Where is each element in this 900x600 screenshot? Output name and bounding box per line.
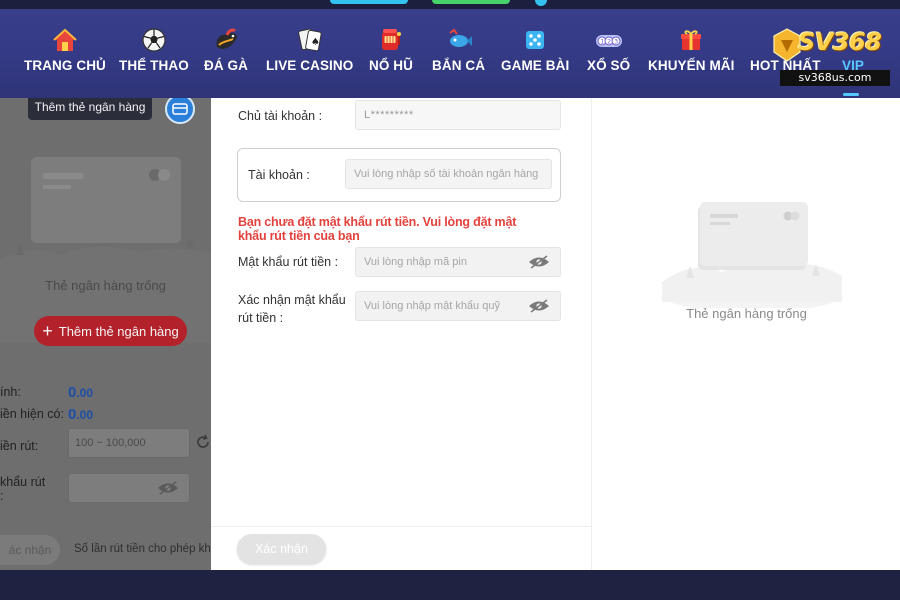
background-available-amount: 0.00 xyxy=(68,406,94,423)
svg-text:♠: ♠ xyxy=(311,37,320,48)
withdraw-password-label: Mật khẩu rút tiền : xyxy=(238,255,339,269)
nav-label: KHUYẾN MÃI xyxy=(648,58,735,73)
top-navigation: TRANG CHỦ THỂ THAO ĐÁ GÀ ♠ LIVE CASINO N… xyxy=(0,0,900,98)
background-password-label: khẩu rút xyxy=(0,475,46,489)
eye-hidden-icon[interactable] xyxy=(528,255,550,269)
nav-label: GAME BÀI xyxy=(501,58,570,73)
nav-item-live-casino[interactable]: ♠ LIVE CASINO xyxy=(266,26,353,86)
top-pill-green xyxy=(432,0,510,4)
confirm-button[interactable]: Xác nhận xyxy=(237,534,326,564)
nav-item-game-bai[interactable]: GAME BÀI xyxy=(501,26,569,86)
owner-field: L********* xyxy=(355,100,561,130)
nav-item-khuyen-mai[interactable]: KHUYẾN MÃI xyxy=(648,26,735,86)
nav-item-no-hu[interactable]: NỔ HŨ xyxy=(369,26,413,86)
background-available-label: iền hiện có: xyxy=(0,407,64,421)
nav-item-da-ga[interactable]: ĐÁ GÀ xyxy=(204,26,248,86)
background-submit-button[interactable]: ác nhận xyxy=(0,535,60,565)
bank-card-list-panel: Thẻ ngân hàng trống xyxy=(591,98,900,570)
gift-icon xyxy=(676,26,706,54)
nav-label: NỔ HŨ xyxy=(369,58,413,73)
background-balance-label: ính: xyxy=(0,385,21,399)
background-password-input[interactable] xyxy=(68,473,190,503)
background-withdraw-note: Số lần rút tiền cho phép khả xyxy=(74,543,211,555)
logo-text: SV368 xyxy=(798,28,882,56)
dice-icon xyxy=(520,26,550,54)
soccer-ball-icon xyxy=(139,26,169,54)
background-empty-card-label: Thẻ ngân hàng trống xyxy=(45,278,166,293)
background-withdraw-amount-label: iền rút: xyxy=(0,439,39,453)
background-withdraw-amount-input[interactable]: 100 ~ 100,000 xyxy=(68,428,190,458)
logo-domain-badge: sv368us.com xyxy=(780,70,890,86)
eye-hidden-icon[interactable] xyxy=(157,481,179,495)
empty-card-label: Thẻ ngân hàng trống xyxy=(686,306,807,321)
slot-machine-icon xyxy=(376,26,406,54)
confirm-password-label-line2: rút tiền : xyxy=(238,311,284,325)
withdraw-password-input[interactable]: Vui lòng nhập mã pin xyxy=(355,247,561,277)
add-bank-card-shortcut-button[interactable] xyxy=(165,98,195,124)
active-nav-indicator xyxy=(843,93,859,96)
nav-label: LIVE CASINO xyxy=(266,58,354,73)
playing-cards-icon: ♠ xyxy=(295,26,325,54)
account-number-label: Tài khoản : xyxy=(248,168,310,182)
brand-logo[interactable]: SV368 sv368us.com xyxy=(772,26,894,88)
confirm-password-label-line1: Xác nhận mật khẩu xyxy=(238,293,346,307)
eye-hidden-icon[interactable] xyxy=(528,299,550,313)
background-add-card-label: Thêm thẻ ngân hàng xyxy=(58,323,179,339)
bank-card-icon xyxy=(172,103,188,115)
svg-text:2: 2 xyxy=(607,39,611,46)
add-bank-card-modal: Chủ tài khoản : L********* Tài khoản : V… xyxy=(211,98,591,570)
fish-icon xyxy=(444,26,474,54)
nav-item-ban-ca[interactable]: BẮN CÁ xyxy=(432,26,485,86)
nav-label: XỔ SỐ xyxy=(587,58,631,73)
background-page-overlay: Thêm thẻ ngân hàng Thẻ ngân hàng trống +… xyxy=(0,98,211,570)
lottery-balls-icon: 123 xyxy=(594,26,624,54)
plus-icon: + xyxy=(42,321,53,341)
rooster-icon xyxy=(211,26,241,54)
background-add-card-button[interactable]: + Thêm thẻ ngân hàng xyxy=(34,316,187,346)
confirm-password-placeholder: Vui lòng nhập mật khẩu quỹ xyxy=(364,300,500,312)
nav-item-trang-chu[interactable]: TRANG CHỦ xyxy=(24,26,106,86)
modal-footer-divider xyxy=(211,526,591,527)
nav-label: BẮN CÁ xyxy=(432,58,486,73)
confirm-password-input[interactable]: Vui lòng nhập mật khẩu quỹ xyxy=(355,291,561,321)
background-password-label-colon: : xyxy=(0,489,4,503)
owner-label: Chủ tài khoản : xyxy=(238,109,323,123)
empty-card-illustration xyxy=(662,202,842,308)
top-pill-blue xyxy=(330,0,408,4)
nav-item-the-thao[interactable]: THỂ THAO xyxy=(119,26,189,86)
nav-label: TRANG CHỦ xyxy=(24,58,106,73)
account-number-input[interactable]: Vui lòng nhập số tài khoản ngân hàng xyxy=(345,159,552,189)
home-icon xyxy=(50,26,80,54)
footer-bar xyxy=(0,570,900,600)
svg-text:3: 3 xyxy=(614,39,618,46)
account-number-group: Tài khoản : Vui lòng nhập số tài khoản n… xyxy=(237,148,561,202)
nav-label: ĐÁ GÀ xyxy=(204,58,248,73)
withdraw-password-placeholder: Vui lòng nhập mã pin xyxy=(364,256,467,268)
nav-item-xo-so[interactable]: 123 XỔ SỐ xyxy=(587,26,630,86)
no-withdraw-password-warning: Bạn chưa đặt mật khẩu rút tiền. Vui lòng… xyxy=(238,215,517,243)
refresh-icon[interactable] xyxy=(195,434,211,450)
svg-text:1: 1 xyxy=(600,39,604,46)
nav-label: THỂ THAO xyxy=(119,58,189,73)
add-bank-card-tooltip: Thêm thẻ ngân hàng xyxy=(28,98,152,120)
background-balance-amount: 0.00 xyxy=(68,384,94,401)
